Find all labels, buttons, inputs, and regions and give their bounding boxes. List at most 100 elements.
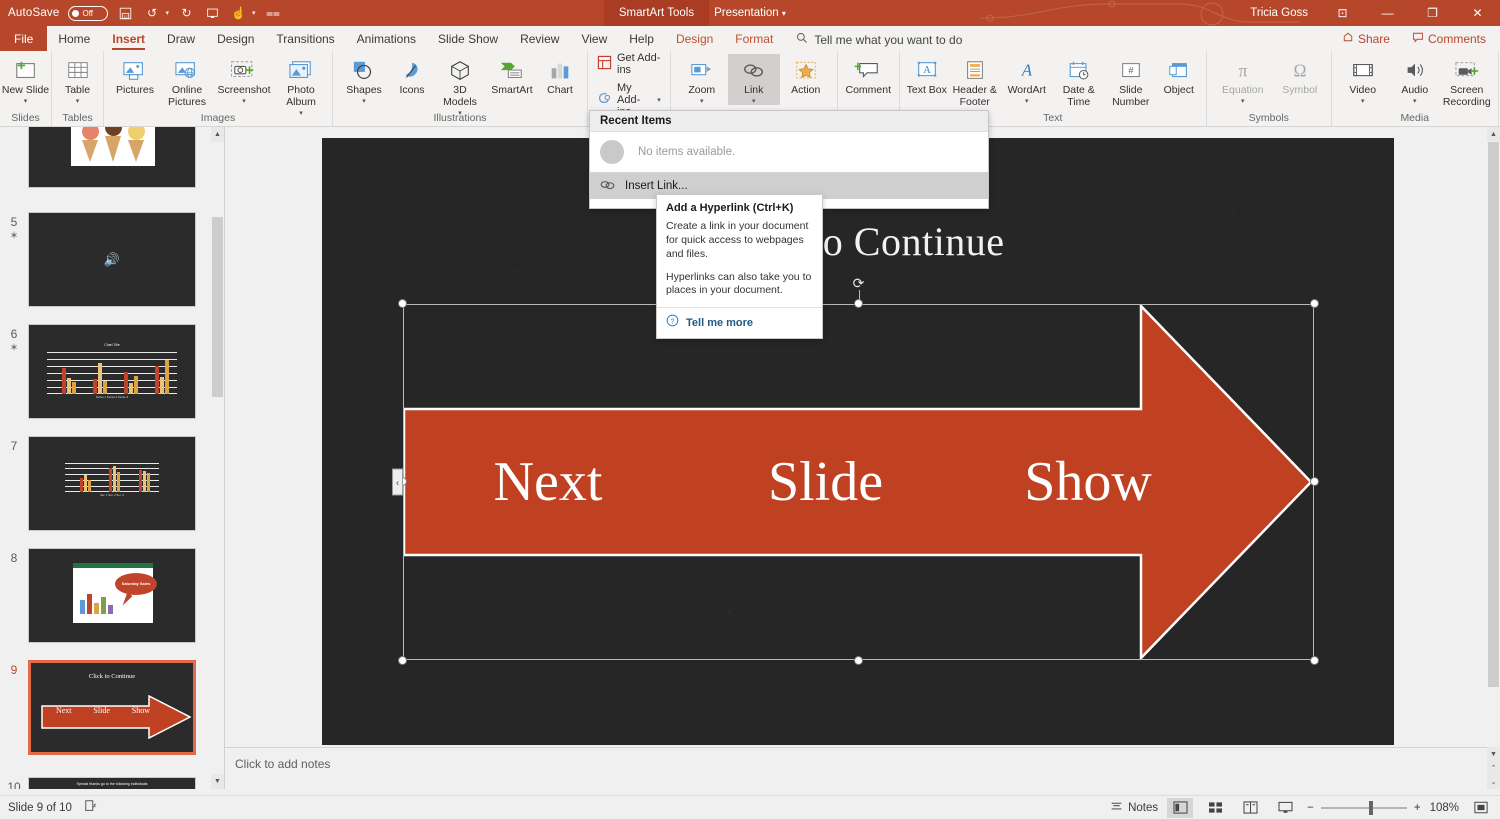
thumbnail-slide-6[interactable]: Chart Title Series 1 Series 2 Series 3 (28, 324, 196, 419)
slide-thumbnail-pane[interactable]: 5 ✶ 🔊 6 ✶ Chart Title Series 1 Series 2 … (0, 127, 225, 789)
user-name[interactable]: Tricia Goss (1250, 7, 1320, 19)
scrollbar-thumb[interactable] (212, 217, 223, 397)
tab-smartart-format[interactable]: Format (724, 29, 784, 51)
action-button[interactable]: Action (780, 54, 832, 97)
document-title-chevron-down-icon[interactable]: ▾ (782, 9, 786, 18)
scroll-down-icon[interactable]: ▼ (211, 774, 224, 789)
autosave-toggle[interactable]: Off (68, 5, 109, 21)
resize-handle-middle-right[interactable] (1310, 477, 1319, 486)
comments-button[interactable]: Comments (1406, 29, 1492, 48)
restore-button[interactable]: ❐ (1410, 0, 1455, 26)
fit-to-window-icon[interactable] (1468, 798, 1494, 818)
zoom-knob[interactable] (1368, 800, 1373, 815)
thumbnail-slide-10[interactable]: Special thanks go to the following indiv… (28, 777, 196, 789)
document-title-text[interactable]: Presentation (714, 7, 779, 19)
my-addins-chevron-down-icon[interactable]: ▾ (657, 97, 661, 104)
zoom-out-button[interactable]: − (1307, 802, 1314, 814)
resize-handle-bottom-right[interactable] (1310, 656, 1319, 665)
current-slide[interactable]: Click to Continue ⟳ Next Slide Show ‹ (322, 138, 1394, 745)
scrollbar-thumb[interactable] (1488, 142, 1499, 687)
equation-chevron-down-icon[interactable]: ▾ (1241, 98, 1245, 105)
thumbnail-slide-7[interactable]: Ser. 1 Ser. 2 Ser. 3 (28, 436, 196, 531)
thumbnail-row-8[interactable]: 8 Saturday Sales (0, 548, 212, 643)
get-addins-button[interactable]: Get Add-ins (593, 49, 665, 79)
date-time-button[interactable]: Date & Time (1053, 54, 1105, 109)
redo-icon[interactable]: ↻ (178, 5, 195, 22)
online-pictures-button[interactable]: Online Pictures (161, 54, 213, 109)
scroll-up-icon[interactable]: ▲ (211, 127, 224, 142)
close-button[interactable]: ✕ (1455, 0, 1500, 26)
screen-recording-button[interactable]: Screen Recording (1441, 54, 1493, 109)
new-slide-button[interactable]: New Slide ▾ (0, 54, 52, 105)
link-chevron-down-icon[interactable]: ▾ (752, 98, 756, 105)
thumbnail-row-7[interactable]: 7 Ser. 1 Ser. 2 Ser. 3 (0, 436, 212, 531)
comment-button[interactable]: Comment (837, 54, 899, 97)
tab-animations[interactable]: Animations (346, 29, 427, 51)
slide-editing-area[interactable]: Click to Continue ⟳ Next Slide Show ‹ (225, 127, 1487, 747)
thumbnail-slide-8[interactable]: Saturday Sales (28, 548, 196, 643)
thumbnail-row-9[interactable]: 9 Click to Continue Next Slide Show (0, 660, 212, 755)
tab-draw[interactable]: Draw (156, 29, 206, 51)
normal-view-button[interactable] (1167, 797, 1194, 818)
thumbnail-scrollbar[interactable]: ▲ ▼ (211, 127, 224, 789)
table-button[interactable]: Table ▾ (52, 54, 104, 105)
thumbnail-slide-9[interactable]: Click to Continue Next Slide Show (28, 660, 196, 755)
start-from-beginning-icon[interactable] (204, 5, 221, 22)
link-button[interactable]: Link ▾ (727, 54, 780, 105)
tell-me-search[interactable]: Tell me what you want to do (796, 32, 962, 51)
wordart-chevron-down-icon[interactable]: ▾ (1025, 98, 1029, 105)
tab-file[interactable]: File (0, 26, 48, 51)
slide-indicator[interactable]: Slide 9 of 10 (8, 802, 72, 814)
accessibility-checker-icon[interactable]: ✗ (84, 799, 98, 816)
resize-handle-top-right[interactable] (1310, 299, 1319, 308)
customize-quick-access-icon[interactable]: ⩵ (265, 5, 282, 22)
icons-button[interactable]: Icons (390, 54, 434, 97)
tab-transitions[interactable]: Transitions (265, 29, 345, 51)
tab-smartart-design[interactable]: Design (665, 29, 724, 51)
3d-models-button[interactable]: 3D Models ▾ (434, 54, 486, 117)
smartart-button[interactable]: SmartArt (486, 54, 538, 97)
minimize-button[interactable]: — (1365, 0, 1410, 26)
photo-album-button[interactable]: Photo Album ▾ (275, 54, 327, 117)
tell-me-more-link[interactable]: Tell me more (686, 317, 753, 329)
slide-area-scrollbar[interactable]: ▲ ▼ ⌃ ⌄ (1487, 127, 1500, 789)
notes-pane[interactable]: Click to add notes (225, 747, 1487, 789)
thumbnail-slide-4[interactable] (28, 127, 196, 188)
next-slide-button[interactable]: ⌄ (1487, 775, 1500, 789)
video-button[interactable]: Video ▾ (1337, 54, 1389, 105)
audio-button[interactable]: Audio ▾ (1389, 54, 1441, 105)
resize-handle-bottom-left[interactable] (398, 656, 407, 665)
object-button[interactable]: Object (1157, 54, 1201, 97)
screenshot-chevron-down-icon[interactable]: ▾ (242, 98, 246, 105)
resize-handle-top-center[interactable] (853, 299, 863, 308)
zoom-level-label[interactable]: 108% (1430, 802, 1459, 814)
tab-design[interactable]: Design (206, 29, 265, 51)
zoom-in-button[interactable]: + (1414, 802, 1421, 814)
smartart-graphic[interactable]: ⟳ Next Slide Show ‹ (392, 275, 1319, 665)
symbol-button[interactable]: Ω Symbol (1274, 54, 1326, 97)
chart-button[interactable]: Chart (538, 54, 582, 97)
reading-view-button[interactable] (1237, 798, 1263, 818)
ribbon-display-options-icon[interactable]: ⊡ (1320, 0, 1365, 26)
thumbnail-row-6[interactable]: 6 ✶ Chart Title Series 1 Series 2 Series… (0, 324, 212, 419)
save-icon[interactable]: 12 (117, 5, 134, 22)
audio-chevron-down-icon[interactable]: ▾ (1413, 98, 1417, 105)
text-box-button[interactable]: A Text Box (905, 54, 949, 97)
slide-number-button[interactable]: # Slide Number (1105, 54, 1157, 109)
rotation-handle[interactable]: ⟳ (851, 275, 866, 291)
scroll-up-icon[interactable]: ▲ (1487, 127, 1500, 141)
slide-title[interactable]: Click to Continue (322, 218, 1394, 265)
share-button[interactable]: Share (1336, 29, 1396, 48)
header-footer-button[interactable]: Header & Footer (949, 54, 1001, 109)
slide-sorter-view-button[interactable] (1202, 798, 1228, 818)
shapes-button[interactable]: Shapes ▾ (338, 54, 390, 105)
equation-button[interactable]: π Equation ▾ (1212, 54, 1274, 105)
thumbnail-row-4[interactable] (0, 127, 212, 188)
video-chevron-down-icon[interactable]: ▾ (1361, 98, 1365, 105)
table-chevron-down-icon[interactable]: ▾ (76, 98, 80, 105)
zoom-button[interactable]: Zoom ▾ (676, 54, 728, 105)
tab-home[interactable]: Home (47, 29, 101, 51)
thumbnail-row-5[interactable]: 5 ✶ 🔊 (0, 212, 212, 307)
slide-show-view-button[interactable] (1272, 798, 1298, 818)
thumbnail-slide-5[interactable]: 🔊 (28, 212, 196, 307)
